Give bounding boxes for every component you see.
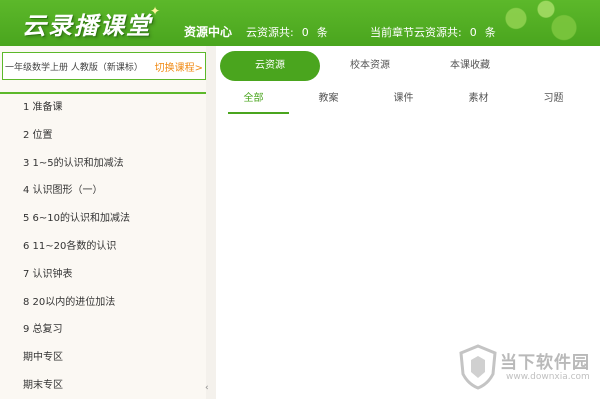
chapter-item[interactable]: 期中专区 — [0, 344, 216, 372]
watermark-url: www.downxia.com — [506, 372, 590, 382]
sparkle-icon: ✦ — [150, 4, 161, 18]
chapter-item[interactable]: 6 11~20各数的认识 — [0, 233, 216, 261]
chapter-count-value: 0 — [469, 26, 477, 39]
chapter-sidebar: 一年级数学上册 人教版（新课标） 切换课程> 1 准备课 2 位置 3 1~5的… — [0, 46, 216, 399]
chapter-item[interactable]: 3 1~5的认识和加减法 — [0, 150, 216, 178]
cloud-count-unit: 条 — [316, 26, 328, 39]
book-selector: 一年级数学上册 人教版（新课标） 切换课程> — [2, 52, 206, 80]
cloud-count-label: 云资源共: — [246, 26, 294, 39]
chapter-item[interactable]: 8 20以内的进位加法 — [0, 289, 216, 317]
resource-tabs: 云资源 校本资源 本课收藏 — [220, 50, 594, 82]
chapter-resource-count: 当前章节云资源共: 0 条 — [370, 24, 496, 40]
header-bar: 云录播课堂 ✦ 资源中心 云资源共: 0 条 当前章节云资源共: 0 条 — [0, 0, 600, 46]
chapter-item[interactable]: 5 6~10的认识和加减法 — [0, 205, 216, 233]
chapter-count-label: 当前章节云资源共: — [370, 26, 462, 39]
chapter-item[interactable]: 1 准备课 — [0, 94, 216, 122]
tab-school-resources[interactable]: 校本资源 — [320, 51, 420, 81]
leaf-decoration — [480, 0, 600, 46]
filter-all[interactable]: 全部 — [216, 88, 291, 114]
watermark-title: 当下软件园 — [500, 353, 590, 373]
tab-favorites[interactable]: 本课收藏 — [420, 51, 520, 81]
chapter-count-unit: 条 — [484, 26, 496, 39]
book-name: 一年级数学上册 人教版（新课标） — [5, 62, 143, 73]
scroll-up-icon[interactable]: ‹ — [205, 383, 209, 393]
chapter-list: 1 准备课 2 位置 3 1~5的认识和加减法 4 认识图形（一） 5 6~10… — [0, 94, 216, 399]
filter-courseware[interactable]: 课件 — [366, 88, 441, 114]
tab-cloud-resources[interactable]: 云资源 — [220, 51, 320, 81]
resource-type-filters: 全部 教案 课件 素材 习题 — [216, 88, 600, 114]
app-logo: 云录播课堂 — [22, 12, 152, 40]
filter-lesson-plans[interactable]: 教案 — [291, 88, 366, 114]
filter-materials[interactable]: 素材 — [441, 88, 516, 114]
sidebar-scrollbar[interactable] — [206, 46, 216, 399]
chapter-item[interactable]: 4 认识图形（一） — [0, 177, 216, 205]
cloud-resource-count: 云资源共: 0 条 — [246, 24, 328, 40]
chapter-item[interactable]: 9 总复习 — [0, 316, 216, 344]
chapter-item[interactable]: 期末专区 — [0, 372, 216, 399]
switch-course-link[interactable]: 切换课程> — [155, 59, 203, 74]
resource-center-title: 资源中心 — [184, 25, 233, 39]
chapter-item[interactable]: 7 认识钟表 — [0, 261, 216, 289]
watermark: 当下软件园 www.downxia.com — [458, 344, 598, 394]
chapter-item[interactable]: 2 位置 — [0, 122, 216, 150]
filter-exercises[interactable]: 习题 — [516, 88, 591, 114]
watermark-logo-icon — [459, 344, 497, 390]
cloud-count-value: 0 — [301, 26, 309, 39]
